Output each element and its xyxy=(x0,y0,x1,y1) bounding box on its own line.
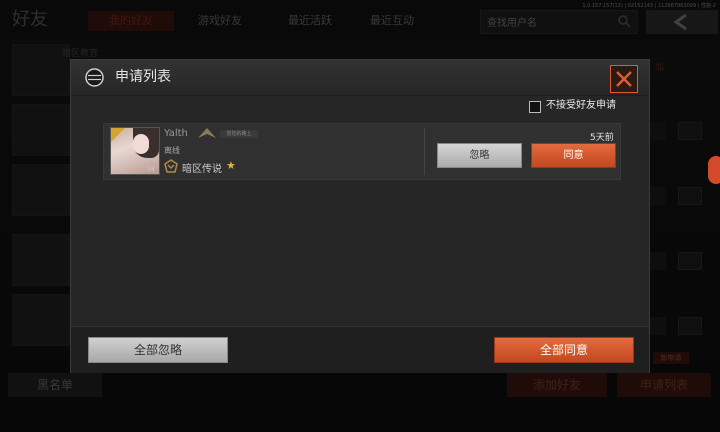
modal-footer: 全部忽略 全部同意 xyxy=(71,326,649,373)
ignore-all-button[interactable]: 全部忽略 xyxy=(88,337,228,363)
accept-button[interactable]: 同意 xyxy=(531,143,616,168)
modal-header: 申请列表 xyxy=(71,60,649,96)
side-notification-dot[interactable] xyxy=(708,156,720,184)
card-divider xyxy=(424,128,425,175)
modal-title: 申请列表 xyxy=(115,69,171,85)
requester-status: 离线 xyxy=(164,146,180,155)
request-time: 5天前 xyxy=(590,133,614,143)
close-icon xyxy=(616,71,632,87)
friends-globe-icon xyxy=(85,68,104,87)
requester-rank: 暗区传说 xyxy=(182,164,222,175)
request-card: 58 Yalth 冒险的路上 离线 暗区传说 ★ 5天前 忽略 同意 xyxy=(103,123,621,180)
requester-title-tag: 冒险的路上 xyxy=(220,130,258,138)
ignore-button[interactable]: 忽略 xyxy=(437,143,522,168)
request-list-modal: 申请列表 不接受好友申请 58 Yalth 冒险的路上 离线 暗区传说 ★ 5天… xyxy=(70,59,650,373)
modal-body: 不接受好友申请 58 Yalth 冒险的路上 离线 暗区传说 ★ 5天前 忽略 … xyxy=(71,96,649,326)
title-badge-icon xyxy=(198,128,216,138)
reject-requests-checkbox[interactable] xyxy=(529,101,541,113)
rank-icon xyxy=(164,159,178,173)
requester-level: 58 xyxy=(147,166,155,173)
close-button[interactable] xyxy=(610,65,638,93)
requester-avatar[interactable]: 58 xyxy=(110,127,160,175)
reject-requests-label: 不接受好友申请 xyxy=(546,100,616,111)
rank-emblem-icon xyxy=(111,128,125,142)
requester-name: Yalth xyxy=(164,128,188,139)
accept-all-button[interactable]: 全部同意 xyxy=(494,337,634,363)
star-icon: ★ xyxy=(226,159,236,172)
